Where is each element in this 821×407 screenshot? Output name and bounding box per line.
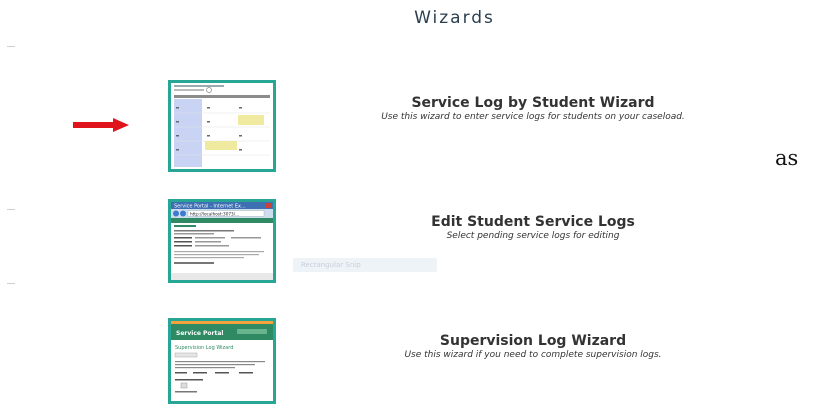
wizard-description: Use this wizard if you need to complete … (404, 350, 662, 360)
page-heading: Supervision Log Wizard (175, 345, 233, 351)
wizard-title[interactable]: Supervision Log Wizard (346, 333, 720, 350)
divider-tick (7, 283, 15, 284)
divider-tick (7, 209, 15, 210)
snip-tool-label: Rectangular Snip (301, 261, 361, 269)
service-log-wizard-thumbnail[interactable] (168, 80, 276, 172)
wizard-title[interactable]: Edit Student Service Logs (346, 214, 720, 231)
window-title: Service Portal - Internet Ex... (174, 204, 246, 210)
wizard-title[interactable]: Service Log by Student Wizard (346, 95, 720, 112)
snip-tool-overlay: Rectangular Snip (293, 258, 437, 272)
address-bar-text: http://localhost:3073/... (190, 211, 239, 216)
app-name: Service Portal (176, 330, 223, 337)
edit-service-logs-wizard[interactable]: Edit Student Service Logs Select pending… (346, 214, 720, 242)
stray-text: as (775, 146, 799, 170)
wizard-description: Use this wizard to enter service logs fo… (381, 112, 685, 122)
edit-service-logs-thumbnail[interactable]: Service Portal - Internet Ex... http://l… (168, 199, 276, 283)
supervision-log-wizard[interactable]: Supervision Log Wizard Use this wizard i… (346, 333, 720, 361)
page-title: Wizards (414, 8, 495, 28)
wizard-description: Select pending service logs for editing (446, 231, 620, 241)
red-arrow-icon (73, 118, 129, 132)
divider-tick (7, 46, 15, 47)
supervision-log-thumbnail[interactable]: Service Portal Supervision Log Wizard (168, 318, 276, 404)
service-log-wizard[interactable]: Service Log by Student Wizard Use this w… (346, 95, 720, 123)
